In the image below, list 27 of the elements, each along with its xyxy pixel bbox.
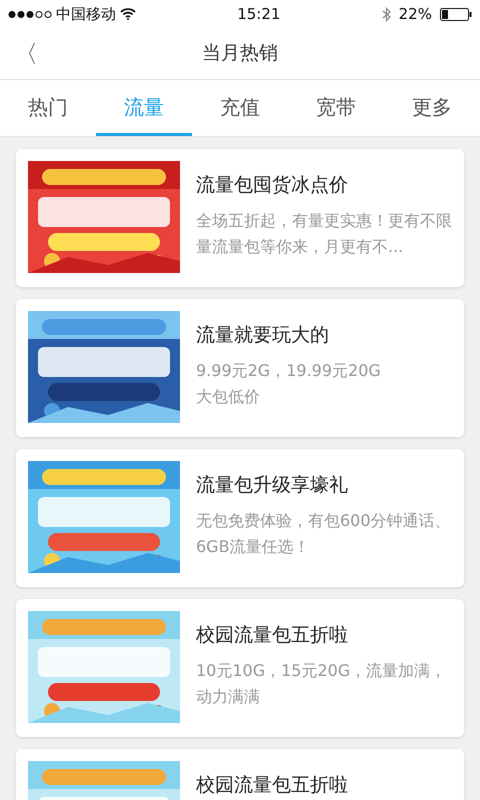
product-title: 流量包囤货冰点价 — [196, 173, 349, 198]
product-card[interactable]: 校园流量包五折啦 — [16, 749, 464, 800]
signal-icon — [8, 10, 52, 18]
product-card[interactable]: 校园流量包五折啦 10元10G，15元20G，流量加满，动力满满 — [16, 599, 464, 737]
product-description: 全场五折起，有量更实惠！更有不限量流量包等你来，月更有不... — [196, 210, 453, 258]
carrier-name: 中国移动 — [56, 4, 116, 25]
page-title: 当月热销 — [202, 42, 278, 65]
product-title: 校园流量包五折啦 — [196, 623, 349, 648]
bluetooth-icon — [382, 6, 391, 22]
battery-icon — [440, 8, 472, 20]
status-time: 15:21 — [237, 4, 280, 25]
category-tab[interactable]: 更多 — [384, 80, 480, 136]
back-button[interactable]: 〈 — [10, 36, 42, 72]
category-tab[interactable]: 充值 — [192, 80, 288, 136]
product-card[interactable]: 流量就要玩大的 9.99元2G，19.99元20G 大包低价 — [16, 299, 464, 437]
product-description: 无包免费体验，有包600分钟通话、6GB流量任选！ — [196, 510, 452, 558]
category-tab[interactable]: 热门 — [0, 80, 96, 136]
product-card[interactable]: 流量包升级享壕礼 无包免费体验，有包600分钟通话、6GB流量任选！ — [16, 449, 464, 587]
product-title: 流量就要玩大的 — [196, 323, 330, 348]
product-card[interactable]: 流量包囤货冰点价 全场五折起，有量更实惠！更有不限量流量包等你来，月更有不... — [16, 149, 464, 287]
product-title: 流量包升级享壕礼 — [196, 473, 349, 498]
wifi-icon — [120, 8, 136, 20]
product-title: 校园流量包五折啦 — [196, 773, 349, 798]
battery-percent: 22% — [398, 4, 432, 25]
product-description: 9.99元2G，19.99元20G 大包低价 — [196, 360, 382, 408]
product-description: 10元10G，15元20G，流量加满，动力满满 — [196, 660, 448, 708]
category-tab[interactable]: 宽带 — [288, 80, 384, 136]
